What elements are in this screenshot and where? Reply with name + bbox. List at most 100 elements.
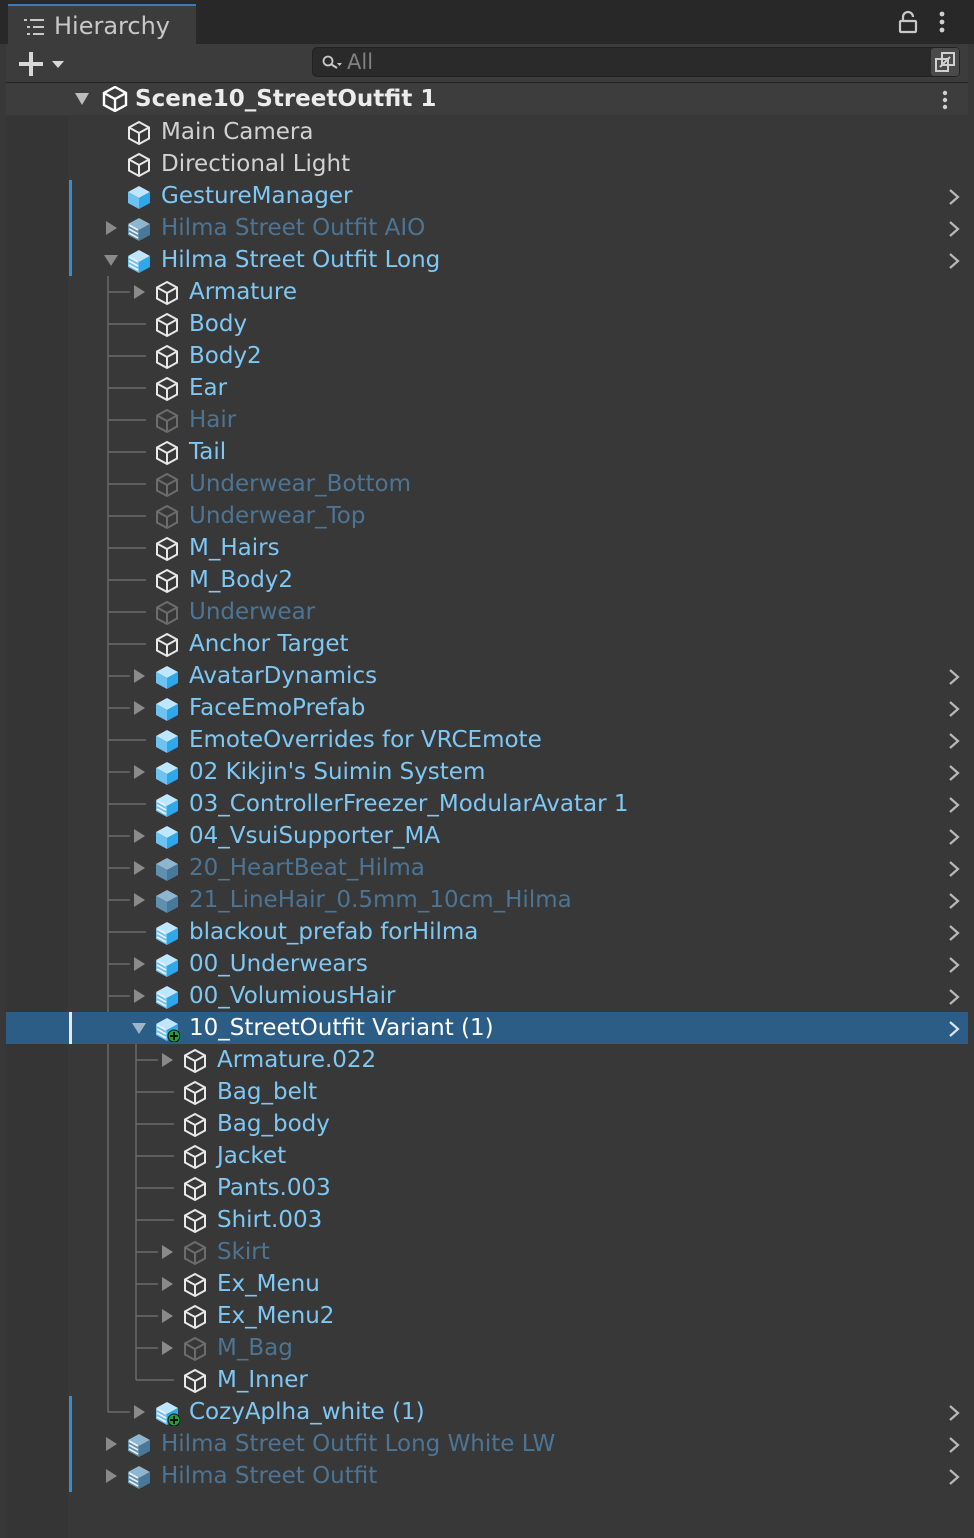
row-label: 20_HeartBeat_Hilma [189, 855, 425, 881]
modified-marker [69, 244, 72, 276]
collapse-arrow-icon[interactable] [104, 1469, 118, 1483]
hierarchy-row[interactable]: Anchor Target [6, 628, 968, 660]
hierarchy-row[interactable]: FaceEmoPrefab [6, 692, 968, 724]
hierarchy-row[interactable]: 04_VsuiSupporter_MA [6, 820, 968, 852]
chevron-right-icon[interactable] [946, 892, 962, 910]
row-label: M_Inner [217, 1367, 308, 1393]
hierarchy-row[interactable]: Pants.003 [6, 1172, 968, 1204]
row-label: Ex_Menu [217, 1271, 320, 1297]
row-label: Hilma Street Outfit Long White LW [161, 1431, 556, 1457]
chevron-right-icon[interactable] [946, 956, 962, 974]
hierarchy-row[interactable]: Armature [6, 276, 968, 308]
chevron-right-icon[interactable] [946, 988, 962, 1006]
hierarchy-row[interactable]: Ex_Menu2 [6, 1300, 968, 1332]
collapse-arrow-icon[interactable] [132, 829, 146, 843]
hierarchy-row[interactable]: Skirt [6, 1236, 968, 1268]
collapse-arrow-icon[interactable] [160, 1341, 174, 1355]
chevron-right-icon[interactable] [946, 1404, 962, 1422]
collapse-arrow-icon[interactable] [132, 893, 146, 907]
chevron-right-icon[interactable] [946, 1468, 962, 1486]
chevron-right-icon[interactable] [946, 860, 962, 878]
gameobject-icon [154, 344, 180, 370]
hierarchy-row[interactable]: Hilma Street Outfit [6, 1460, 968, 1492]
row-label: Underwear_Top [189, 503, 366, 529]
chevron-right-icon[interactable] [946, 1020, 962, 1038]
hierarchy-row[interactable]: Jacket [6, 1140, 968, 1172]
collapse-arrow-icon[interactable] [132, 1405, 146, 1419]
hierarchy-row[interactable]: Ear [6, 372, 968, 404]
hierarchy-row[interactable]: Underwear_Top [6, 500, 968, 532]
hierarchy-row[interactable]: Armature.022 [6, 1044, 968, 1076]
prefab-model-icon [126, 216, 152, 242]
hierarchy-row[interactable]: blackout_prefab forHilma [6, 916, 968, 948]
row-label: GestureManager [161, 183, 353, 209]
hierarchy-row[interactable]: Bag_body [6, 1108, 968, 1140]
chevron-right-icon[interactable] [946, 188, 962, 206]
row-label: 04_VsuiSupporter_MA [189, 823, 441, 849]
hierarchy-row[interactable]: Body [6, 308, 968, 340]
hierarchy-row[interactable]: 10_StreetOutfit Variant (1) [6, 1012, 968, 1044]
hierarchy-row[interactable]: AvatarDynamics [6, 660, 968, 692]
chevron-right-icon[interactable] [946, 924, 962, 942]
hierarchy-row[interactable]: Shirt.003 [6, 1204, 968, 1236]
hierarchy-row[interactable]: Ex_Menu [6, 1268, 968, 1300]
collapse-arrow-icon[interactable] [132, 701, 146, 715]
collapse-arrow-icon[interactable] [160, 1309, 174, 1323]
chevron-right-icon[interactable] [946, 700, 962, 718]
chevron-right-icon[interactable] [946, 796, 962, 814]
hierarchy-row[interactable]: 21_LineHair_0.5mm_10cm_Hilma [6, 884, 968, 916]
gameobject-icon [154, 536, 180, 562]
hierarchy-row[interactable]: Hilma Street Outfit Long White LW [6, 1428, 968, 1460]
collapse-arrow-icon[interactable] [132, 285, 146, 299]
row-label: Bag_body [217, 1111, 330, 1137]
hierarchy-row[interactable]: M_Body2 [6, 564, 968, 596]
collapse-arrow-icon[interactable] [132, 669, 146, 683]
gameobject-icon [182, 1304, 208, 1330]
collapse-arrow-icon[interactable] [132, 957, 146, 971]
expand-arrow-icon[interactable] [104, 253, 118, 267]
hierarchy-row[interactable]: 03_ControllerFreezer_ModularAvatar 1 [6, 788, 968, 820]
hierarchy-row[interactable]: Directional Light [6, 148, 968, 180]
chevron-right-icon[interactable] [946, 668, 962, 686]
collapse-arrow-icon[interactable] [160, 1245, 174, 1259]
gameobject-icon [182, 1144, 208, 1170]
hierarchy-row[interactable]: CozyAplha_white (1) [6, 1396, 968, 1428]
hierarchy-row[interactable]: M_Inner [6, 1364, 968, 1396]
collapse-arrow-icon[interactable] [132, 861, 146, 875]
hierarchy-row[interactable]: 00_VolumiousHair [6, 980, 968, 1012]
gameobject-icon [154, 280, 180, 306]
collapse-arrow-icon[interactable] [132, 765, 146, 779]
chevron-right-icon[interactable] [946, 828, 962, 846]
hierarchy-row[interactable]: M_Bag [6, 1332, 968, 1364]
hierarchy-row[interactable]: 02 Kikjin's Suimin System [6, 756, 968, 788]
hierarchy-row[interactable]: GestureManager [6, 180, 968, 212]
chevron-right-icon[interactable] [946, 1436, 962, 1454]
chevron-right-icon[interactable] [946, 732, 962, 750]
gameobject-icon [182, 1112, 208, 1138]
collapse-arrow-icon[interactable] [104, 1437, 118, 1451]
chevron-right-icon[interactable] [946, 220, 962, 238]
collapse-arrow-icon[interactable] [104, 221, 118, 235]
row-label: Ear [189, 375, 228, 401]
hierarchy-row[interactable]: Underwear [6, 596, 968, 628]
hierarchy-row[interactable]: M_Hairs [6, 532, 968, 564]
hierarchy-row[interactable]: 20_HeartBeat_Hilma [6, 852, 968, 884]
hierarchy-row[interactable]: Main Camera [6, 116, 968, 148]
hierarchy-row[interactable]: EmoteOverrides for VRCEmote [6, 724, 968, 756]
hierarchy-row[interactable]: Hilma Street Outfit Long [6, 244, 968, 276]
collapse-arrow-icon[interactable] [160, 1277, 174, 1291]
collapse-arrow-icon[interactable] [132, 989, 146, 1003]
chevron-right-icon[interactable] [946, 764, 962, 782]
expand-arrow-icon[interactable] [132, 1021, 146, 1035]
hierarchy-row[interactable]: Bag_belt [6, 1076, 968, 1108]
hierarchy-row[interactable]: 00_Underwears [6, 948, 968, 980]
row-label: 03_ControllerFreezer_ModularAvatar 1 [189, 791, 629, 817]
hierarchy-row[interactable]: Underwear_Bottom [6, 468, 968, 500]
hierarchy-row[interactable]: Hilma Street Outfit AIO [6, 212, 968, 244]
hierarchy-row[interactable]: Hair [6, 404, 968, 436]
chevron-right-icon[interactable] [946, 252, 962, 270]
collapse-arrow-icon[interactable] [160, 1053, 174, 1067]
hierarchy-row[interactable]: Body2 [6, 340, 968, 372]
hierarchy-row[interactable]: Tail [6, 436, 968, 468]
gameobject-icon [154, 376, 180, 402]
